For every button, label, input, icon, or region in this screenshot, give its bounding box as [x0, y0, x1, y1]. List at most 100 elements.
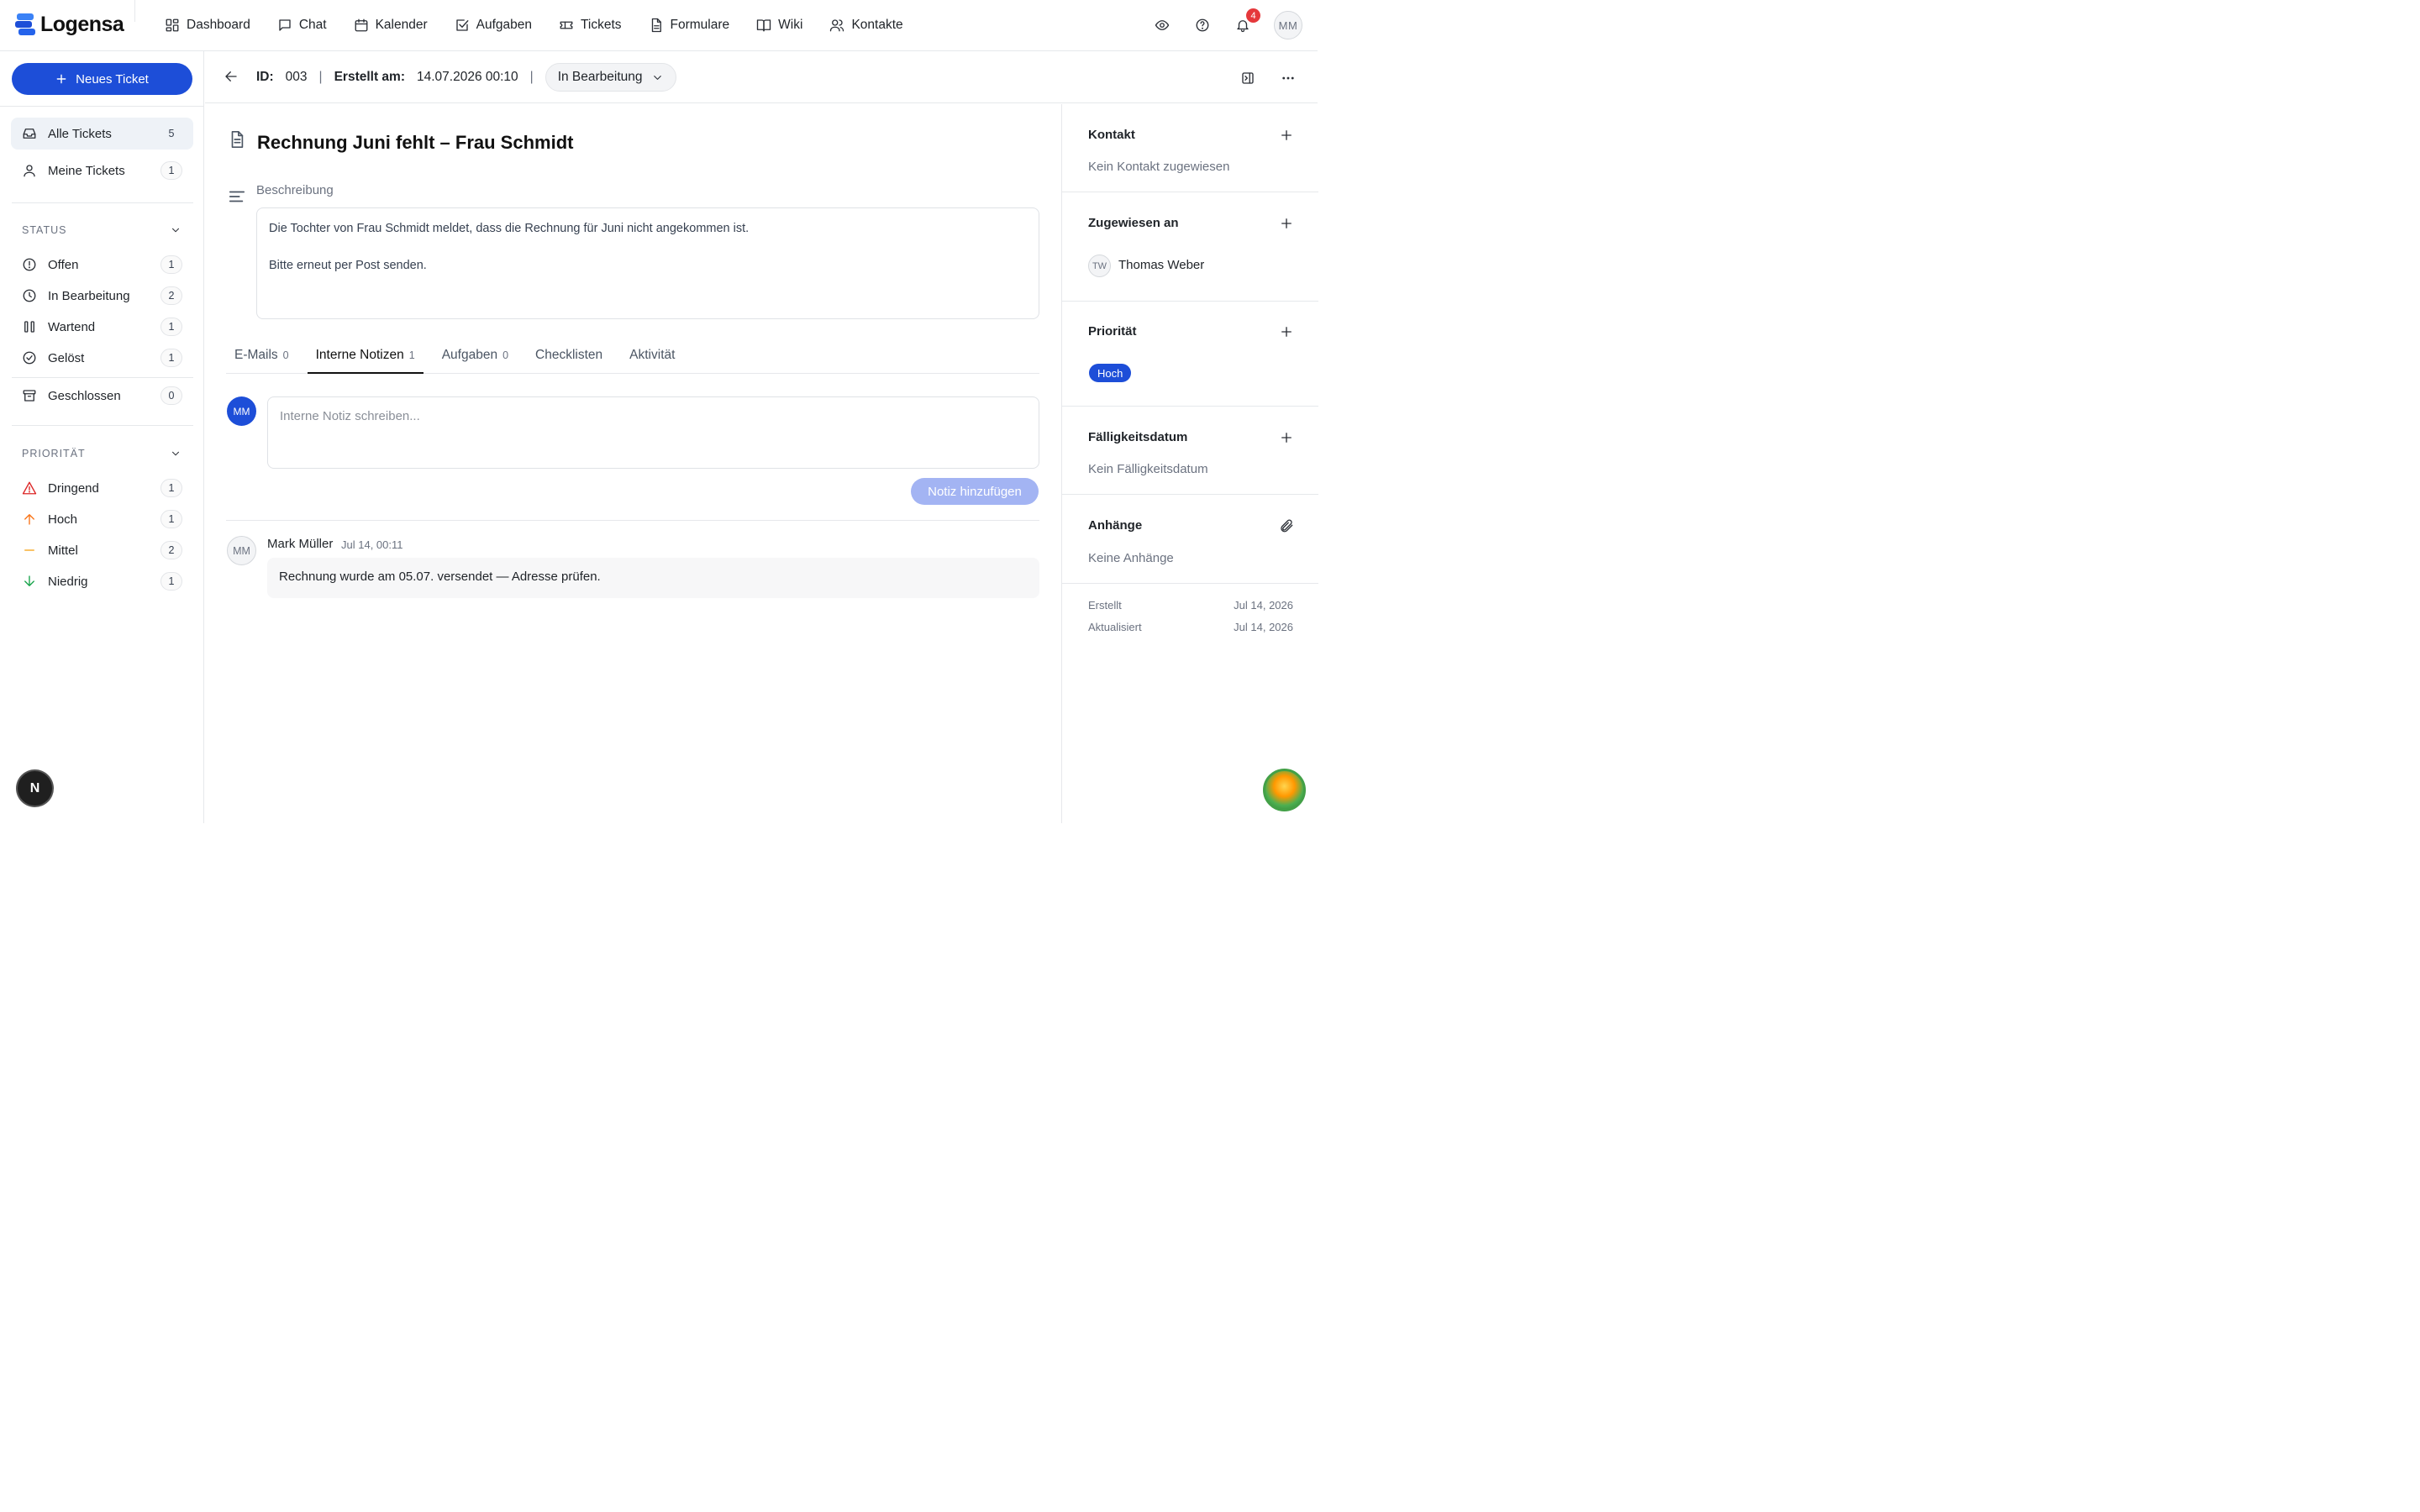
- notifications-button[interactable]: 4: [1234, 8, 1260, 34]
- notification-badge: 4: [1246, 8, 1260, 23]
- sidebar-item-offen[interactable]: Offen 1: [11, 249, 193, 281]
- plus-icon: [1281, 130, 1292, 140]
- note-body: Rechnung wurde am 05.07. versendet — Adr…: [267, 558, 1039, 598]
- sidebar-item-label: Offen: [48, 257, 79, 272]
- arrow-down-icon: [24, 575, 34, 586]
- ticket-id: 003: [285, 70, 308, 84]
- alert-circle-icon: [23, 258, 36, 271]
- toggle-panel-button[interactable]: [1239, 69, 1257, 87]
- inbox-icon: [23, 129, 36, 139]
- dashboard-icon: [166, 18, 179, 32]
- new-ticket-button[interactable]: Neues Ticket: [12, 63, 192, 95]
- status-dropdown[interactable]: In Bearbeitung: [544, 63, 676, 92]
- more-button[interactable]: [1279, 69, 1297, 87]
- status-section-header[interactable]: STATUS: [22, 222, 182, 239]
- tab-checklisten[interactable]: Checklisten: [527, 339, 611, 374]
- internal-note-input[interactable]: [267, 396, 1039, 469]
- status-heading: STATUS: [22, 224, 67, 236]
- tab-emails[interactable]: E-Mails 0: [226, 339, 297, 374]
- nav-wiki[interactable]: Wiki: [743, 10, 816, 40]
- note-timestamp: Jul 14, 00:11: [341, 538, 403, 551]
- user-avatar[interactable]: MM: [1274, 11, 1302, 39]
- sidebar-item-meine-tickets[interactable]: Meine Tickets 1: [11, 155, 193, 186]
- sidebar-item-hoch[interactable]: Hoch 1: [11, 503, 193, 535]
- nav-label: Aufgaben: [476, 18, 532, 32]
- new-ticket-label: Neues Ticket: [76, 71, 149, 87]
- main-nav: Dashboard Chat Kalender Aufgaben Tickets…: [151, 0, 917, 50]
- chevron-down-icon: [653, 75, 661, 80]
- tab-label: Interne Notizen: [315, 348, 404, 362]
- add-assignee-button[interactable]: [1279, 216, 1294, 231]
- nav-formulare[interactable]: Formulare: [635, 10, 744, 40]
- set-due-date-button[interactable]: [1279, 430, 1294, 445]
- set-priority-button[interactable]: [1279, 324, 1294, 339]
- meta-label: Erstellt: [1088, 599, 1122, 612]
- tab-count: 0: [282, 349, 289, 361]
- calendar-icon: [355, 18, 368, 32]
- arrow-left-icon: [225, 71, 237, 81]
- nav-aufgaben[interactable]: Aufgaben: [441, 10, 545, 40]
- sidebar-item-geloest[interactable]: Gelöst 1: [11, 342, 193, 374]
- plus-icon: [1281, 218, 1292, 228]
- description-label: Beschreibung: [256, 183, 334, 197]
- description-field[interactable]: Die Tochter von Frau Schmidt meldet, das…: [256, 207, 1039, 319]
- add-attachment-button[interactable]: [1279, 518, 1294, 533]
- sidebar-item-alle-tickets[interactable]: Alle Tickets 5: [11, 118, 193, 150]
- sidebar-item-mittel[interactable]: Mittel 2: [11, 534, 193, 566]
- sidebar-item-in-bearbeitung[interactable]: In Bearbeitung 2: [11, 280, 193, 312]
- archive-icon: [23, 390, 36, 402]
- add-contact-button[interactable]: [1279, 128, 1294, 143]
- book-icon: [756, 19, 771, 32]
- more-horizontal-icon: [1282, 76, 1294, 80]
- tab-count: 0: [502, 349, 509, 361]
- details-panel: Kontakt Kein Kontakt zugewiesen Zugewies…: [1061, 104, 1318, 823]
- count-badge: 1: [160, 318, 182, 336]
- pause-icon: [24, 321, 34, 333]
- plus-icon: [56, 74, 66, 84]
- chevron-down-icon: [171, 228, 180, 233]
- avatar: TW: [1088, 255, 1111, 277]
- add-note-button[interactable]: Notiz hinzufügen: [911, 478, 1039, 505]
- sidebar-item-niedrig[interactable]: Niedrig 1: [11, 565, 193, 597]
- logo[interactable]: Logensa: [15, 12, 124, 37]
- nav-chat[interactable]: Chat: [264, 10, 340, 40]
- priority-badge[interactable]: Hoch: [1089, 364, 1132, 382]
- eye-icon: [1155, 20, 1170, 30]
- ticket-title[interactable]: Rechnung Juni fehlt – Frau Schmidt: [257, 132, 573, 154]
- id-label: ID:: [256, 70, 274, 84]
- sidebar-item-label: Dringend: [48, 480, 99, 496]
- back-button[interactable]: [224, 69, 239, 84]
- help-button[interactable]: [1193, 16, 1212, 34]
- description-icon-wrap: [228, 187, 246, 206]
- assistant-launcher-icon[interactable]: [1263, 769, 1306, 811]
- nav-kontakte[interactable]: Kontakte: [816, 10, 916, 40]
- nav-kalender[interactable]: Kalender: [340, 10, 441, 40]
- nav-tickets[interactable]: Tickets: [545, 10, 635, 40]
- preview-button[interactable]: [1153, 16, 1171, 34]
- description-line: Bitte erneut per Post senden.: [269, 259, 427, 272]
- ticket-tabs: E-Mails 0 Interne Notizen 1 Aufgaben 0 C…: [226, 339, 1039, 374]
- section-title: Kontakt: [1088, 128, 1135, 142]
- avatar: MM: [227, 536, 256, 565]
- sidebar-item-dringend[interactable]: Dringend 1: [11, 472, 193, 504]
- created-row: Erstellt Jul 14, 2026: [1088, 599, 1293, 612]
- tab-aktivitaet[interactable]: Aktivität: [621, 339, 683, 374]
- tab-interne-notizen[interactable]: Interne Notizen 1: [307, 339, 424, 374]
- section-title: Zugewiesen an: [1088, 216, 1179, 230]
- ticket-icon: [560, 21, 573, 29]
- priority-section-header[interactable]: PRIORITÄT: [22, 445, 182, 462]
- sidebar-divider: [12, 425, 193, 426]
- nav-dashboard[interactable]: Dashboard: [151, 10, 264, 40]
- tab-aufgaben[interactable]: Aufgaben 0: [434, 339, 517, 374]
- sidebar-item-label: Geschlossen: [48, 388, 121, 403]
- count-badge: 2: [160, 541, 182, 559]
- dev-tools-button[interactable]: N: [18, 771, 52, 806]
- nav-label: Chat: [298, 18, 327, 32]
- assignee-name[interactable]: Thomas Weber: [1118, 258, 1204, 272]
- sidebar-item-wartend[interactable]: Wartend 1: [11, 311, 193, 343]
- note-author: Mark Müller: [267, 537, 334, 551]
- priority-section: Priorität Hoch: [1062, 302, 1318, 407]
- created-date: 14.07.2026 00:10: [417, 70, 518, 84]
- sidebar-item-geschlossen[interactable]: Geschlossen 0: [11, 380, 193, 412]
- contact-empty: Kein Kontakt zugewiesen: [1088, 160, 1230, 174]
